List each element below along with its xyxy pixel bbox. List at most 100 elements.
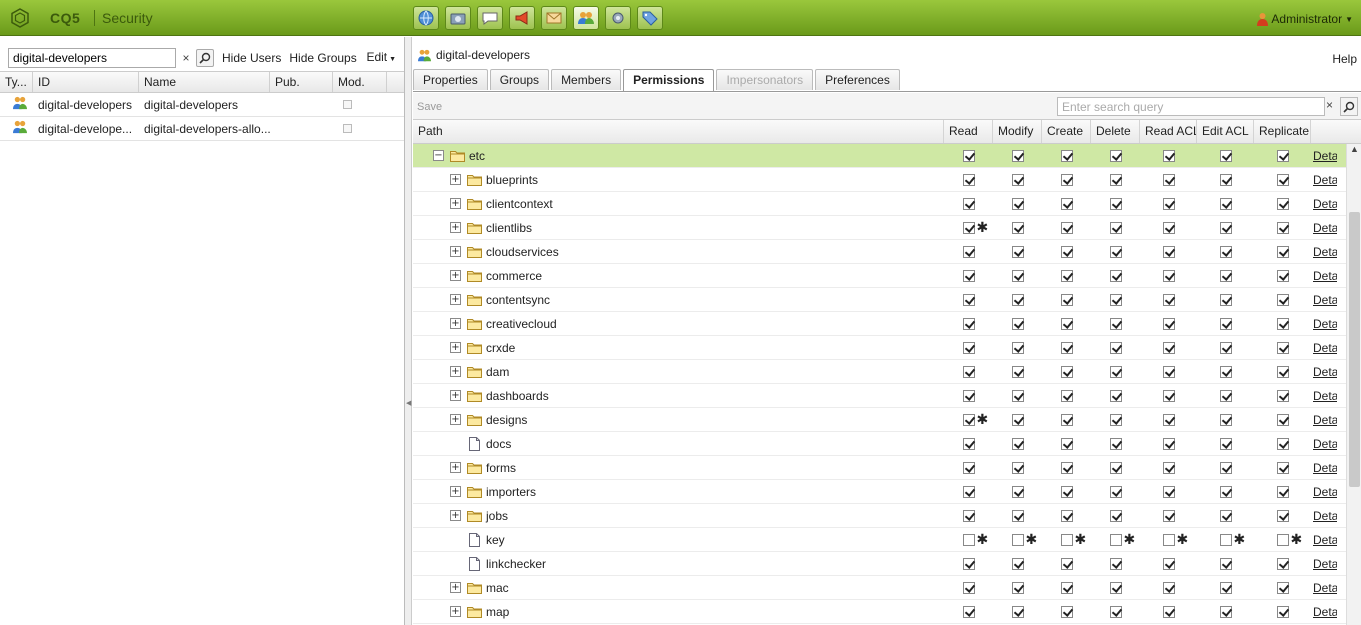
read-checkbox[interactable] — [962, 581, 975, 594]
col-create[interactable]: Create — [1042, 120, 1091, 143]
expand-icon[interactable]: + — [450, 318, 461, 329]
user-search-input[interactable] — [8, 48, 176, 68]
tree-row-designs[interactable]: + designs ✱ Detai — [413, 408, 1346, 432]
col-modify[interactable]: Modify — [993, 120, 1042, 143]
delete-checkbox[interactable] — [1109, 173, 1122, 186]
col-replicate[interactable]: Replicate — [1254, 120, 1311, 143]
replicate-checkbox[interactable] — [1276, 365, 1289, 378]
replicate-checkbox[interactable] — [1276, 581, 1289, 594]
read-checkbox[interactable] — [962, 605, 975, 618]
delete-checkbox[interactable] — [1109, 437, 1122, 450]
node-name[interactable]: blueprints — [486, 173, 538, 187]
tree-row-jobs[interactable]: + jobs Detai — [413, 504, 1346, 528]
read-acl-checkbox[interactable] — [1162, 269, 1175, 282]
expand-icon[interactable]: + — [450, 174, 461, 185]
details-link[interactable]: Detai — [1311, 461, 1337, 475]
delete-checkbox[interactable] — [1109, 317, 1122, 330]
read-acl-checkbox[interactable] — [1162, 605, 1175, 618]
tree-row-creativecloud[interactable]: + creativecloud Detai — [413, 312, 1346, 336]
details-link[interactable]: Detai — [1311, 245, 1337, 259]
expand-icon[interactable]: + — [450, 246, 461, 257]
expand-icon[interactable]: + — [450, 390, 461, 401]
read-checkbox[interactable] — [962, 365, 975, 378]
hide-groups-button[interactable]: Hide Groups — [289, 51, 356, 65]
node-name[interactable]: dashboards — [486, 389, 549, 403]
tree-row-crxde[interactable]: + crxde Detai — [413, 336, 1346, 360]
read-acl-checkbox[interactable] — [1162, 221, 1175, 234]
group-row[interactable]: digital-develope... digital-developers-al… — [0, 117, 404, 141]
modify-checkbox[interactable] — [1011, 269, 1024, 282]
delete-checkbox[interactable] — [1109, 221, 1122, 234]
edit-acl-checkbox[interactable] — [1219, 149, 1232, 162]
read-acl-checkbox[interactable] — [1162, 173, 1175, 186]
read-acl-checkbox[interactable] — [1162, 197, 1175, 210]
expand-icon[interactable]: + — [450, 606, 461, 617]
modify-checkbox[interactable] — [1011, 509, 1024, 522]
replicate-checkbox[interactable] — [1276, 341, 1289, 354]
node-name[interactable]: map — [486, 605, 509, 619]
modify-checkbox[interactable] — [1011, 149, 1024, 162]
col-edit-acl[interactable]: Edit ACL — [1197, 120, 1254, 143]
tree-row-dam[interactable]: + dam Detai — [413, 360, 1346, 384]
modify-checkbox[interactable] — [1011, 533, 1024, 546]
col-mod[interactable]: Mod. — [333, 72, 387, 92]
delete-checkbox[interactable] — [1109, 605, 1122, 618]
details-link[interactable]: Detai — [1311, 605, 1337, 619]
read-acl-checkbox[interactable] — [1162, 341, 1175, 354]
tree-row-forms[interactable]: + forms Detai — [413, 456, 1346, 480]
read-checkbox[interactable] — [962, 317, 975, 330]
read-checkbox[interactable] — [962, 533, 975, 546]
read-checkbox[interactable] — [962, 197, 975, 210]
delete-checkbox[interactable] — [1109, 149, 1122, 162]
details-link[interactable]: Detai — [1311, 173, 1337, 187]
tree-row-clientcontext[interactable]: + clientcontext Detai — [413, 192, 1346, 216]
read-checkbox[interactable] — [962, 245, 975, 258]
col-delete[interactable]: Delete — [1091, 120, 1140, 143]
tagging-icon[interactable] — [637, 6, 663, 30]
read-checkbox[interactable] — [962, 437, 975, 450]
read-acl-checkbox[interactable] — [1162, 389, 1175, 402]
inbox-icon[interactable] — [541, 6, 567, 30]
collapse-icon[interactable]: − — [433, 150, 444, 161]
edit-acl-checkbox[interactable] — [1219, 461, 1232, 474]
create-checkbox[interactable] — [1060, 557, 1073, 570]
edit-acl-checkbox[interactable] — [1219, 437, 1232, 450]
details-link[interactable]: Detai — [1311, 341, 1337, 355]
expand-icon[interactable]: + — [450, 342, 461, 353]
create-checkbox[interactable] — [1060, 269, 1073, 282]
replicate-checkbox[interactable] — [1276, 173, 1289, 186]
node-name[interactable]: key — [486, 533, 505, 547]
create-checkbox[interactable] — [1060, 533, 1073, 546]
tree-row-blueprints[interactable]: + blueprints Detai — [413, 168, 1346, 192]
details-link[interactable]: Detai — [1311, 293, 1337, 307]
details-link[interactable]: Detai — [1311, 509, 1337, 523]
modify-checkbox[interactable] — [1011, 461, 1024, 474]
create-checkbox[interactable] — [1060, 365, 1073, 378]
expand-icon[interactable]: + — [450, 486, 461, 497]
create-checkbox[interactable] — [1060, 221, 1073, 234]
replicate-checkbox[interactable] — [1276, 197, 1289, 210]
replicate-checkbox[interactable] — [1276, 317, 1289, 330]
read-acl-checkbox[interactable] — [1162, 437, 1175, 450]
scroll-up-icon[interactable]: ▲ — [1350, 144, 1359, 154]
node-name[interactable]: jobs — [486, 509, 508, 523]
edit-acl-checkbox[interactable] — [1219, 365, 1232, 378]
edit-acl-checkbox[interactable] — [1219, 293, 1232, 306]
create-checkbox[interactable] — [1060, 341, 1073, 354]
search-icon[interactable] — [196, 49, 214, 67]
details-link[interactable]: Detai — [1311, 557, 1337, 571]
replicate-checkbox[interactable] — [1276, 221, 1289, 234]
read-checkbox[interactable] — [962, 461, 975, 474]
create-checkbox[interactable] — [1060, 149, 1073, 162]
vertical-scrollbar[interactable]: ▲ — [1346, 144, 1361, 625]
create-checkbox[interactable] — [1060, 581, 1073, 594]
tree-row-dashboards[interactable]: + dashboards Detai — [413, 384, 1346, 408]
modify-checkbox[interactable] — [1011, 581, 1024, 594]
modify-checkbox[interactable] — [1011, 173, 1024, 186]
tree-row-contentsync[interactable]: + contentsync Detai — [413, 288, 1346, 312]
edit-menu-button[interactable]: Edit ▼ — [366, 50, 396, 64]
tab-preferences[interactable]: Preferences — [815, 69, 900, 90]
digital-assets-icon[interactable] — [445, 6, 471, 30]
col-type[interactable]: Ty... — [0, 72, 33, 92]
create-checkbox[interactable] — [1060, 413, 1073, 426]
